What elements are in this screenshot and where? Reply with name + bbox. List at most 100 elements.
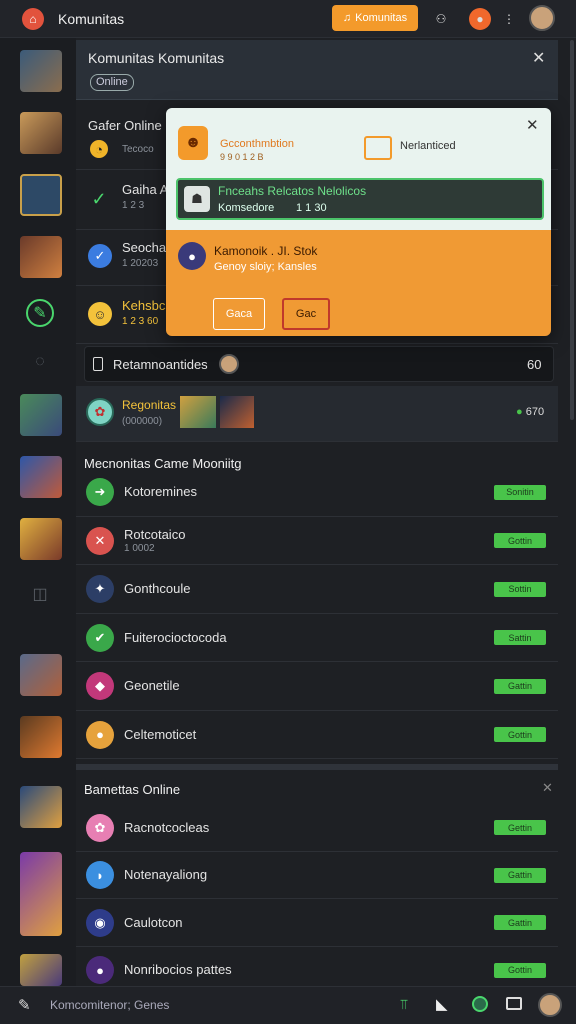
- camera-icon[interactable]: ◣: [436, 995, 448, 1013]
- status-badge[interactable]: Gettin: [494, 820, 546, 836]
- popup-orange-title: Kamonoik . JI. Stok: [214, 244, 318, 258]
- document-icon: [93, 357, 103, 371]
- status-icon[interactable]: [472, 996, 488, 1012]
- popup-right-label: Nerlanticed: [400, 140, 456, 152]
- list-item[interactable]: ➜ Kotoremines Sonitin: [76, 468, 558, 517]
- search-bar[interactable]: Retamnoantides 60: [84, 346, 554, 382]
- popup-green-sub: Komsedore: [218, 202, 275, 214]
- featured-thumb-2: [220, 396, 254, 428]
- list-item[interactable]: ● Celtemoticet Gottin: [76, 711, 558, 759]
- game-icon: ◗: [86, 861, 114, 890]
- row-label: Gafer Online: [88, 118, 162, 133]
- row-label: Fuiterocioctocoda: [124, 629, 227, 645]
- row-sub: 1 0002: [124, 542, 155, 554]
- komunitas-button-label: Komunitas: [355, 12, 408, 24]
- user-avatar[interactable]: [538, 993, 562, 1017]
- gamepad-icon[interactable]: ⚇: [430, 8, 452, 30]
- row-sub: 1 2 3: [122, 200, 145, 211]
- list-item[interactable]: ✿ Racnotcocleas Gettin: [76, 804, 558, 852]
- chart-icon[interactable]: ⫪: [400, 996, 408, 1013]
- featured-thumb-1: [180, 396, 216, 428]
- game-icon: ✿: [86, 398, 114, 426]
- popup-secondary-button[interactable]: Gaca: [213, 298, 265, 330]
- popup-primary-button[interactable]: Gac: [282, 298, 330, 330]
- game-thumb-4[interactable]: [20, 236, 62, 278]
- game-thumb-2[interactable]: [20, 112, 62, 154]
- close-icon[interactable]: ✕: [542, 780, 553, 796]
- status-badge[interactable]: Gattin: [494, 867, 546, 883]
- close-icon[interactable]: ✕: [532, 48, 545, 68]
- notification-icon[interactable]: ●: [469, 8, 491, 30]
- game-thumb-5[interactable]: [20, 394, 62, 436]
- status-badge[interactable]: Sonitin: [494, 484, 546, 500]
- game-thumb-12[interactable]: [20, 954, 62, 986]
- row-label: Seocha: [122, 240, 167, 255]
- pencil-icon[interactable]: ✎: [18, 996, 31, 1014]
- popup-close-icon[interactable]: ✕: [526, 116, 539, 134]
- popup-top: ☻ Gcconthmbtion 9 9 0 1 2 B Nerlanticed …: [166, 108, 551, 230]
- status-badge[interactable]: Gattin: [494, 915, 546, 931]
- top-bar: ⌂ Komunitas ♫ Komunitas ⚇ ● ⋮: [0, 0, 576, 38]
- game-thumb-7[interactable]: [20, 518, 62, 560]
- status-badge[interactable]: Gottin: [494, 533, 546, 549]
- game-thumb-8[interactable]: [20, 654, 62, 696]
- status-badge[interactable]: Gottin: [494, 727, 546, 743]
- status-badge[interactable]: Sottin: [494, 581, 546, 597]
- row-label: Kotoremines: [124, 484, 197, 500]
- game-icon: ◉: [86, 908, 114, 937]
- list-item[interactable]: ✕ Rotcotaico 1 0002 Gottin: [76, 517, 558, 565]
- help-icon[interactable]: ◌: [26, 348, 54, 376]
- scrollbar[interactable]: [570, 40, 574, 420]
- chat-bubble-icon[interactable]: ✎: [26, 299, 54, 327]
- avatar: [219, 354, 239, 374]
- status-badge[interactable]: Sattin: [494, 630, 546, 646]
- bell-icon: ♫: [342, 12, 352, 24]
- status-badge[interactable]: Gottin: [494, 962, 546, 978]
- game-thumb-10[interactable]: [20, 786, 62, 828]
- game-thumb-11[interactable]: [20, 852, 62, 936]
- app-logo-icon[interactable]: ⌂: [22, 7, 44, 30]
- game-thumb-6[interactable]: [20, 456, 62, 498]
- row-label: Nonribocios pattes: [124, 962, 232, 978]
- game-icon: ●: [86, 956, 114, 985]
- komunitas-button[interactable]: ♫ Komunitas: [332, 5, 418, 31]
- game-thumb-9[interactable]: [20, 716, 62, 758]
- game-icon: ✔: [86, 623, 114, 652]
- featured-row[interactable]: ✿ Regonitas (000000) ● 670: [76, 386, 558, 442]
- list-item[interactable]: ✦ Gonthcoule Sottin: [76, 565, 558, 614]
- panel-header: Komunitas Komunitas Online ✕: [76, 40, 558, 100]
- bottom-label: Komcomitenor; Genes: [50, 998, 170, 1012]
- status-badge[interactable]: Gattin: [494, 678, 546, 694]
- app-title: Komunitas: [58, 10, 125, 27]
- popup-badge-sub: 9 9 0 1 2 B: [220, 152, 264, 162]
- popup-highlight[interactable]: ☗ Fnceahs Relcatos Nelolicos Komsedore 1…: [176, 178, 544, 220]
- game-thumb-1[interactable]: [20, 50, 62, 92]
- layers-icon[interactable]: ◫: [26, 580, 54, 608]
- more-vertical-icon[interactable]: ⋮: [498, 8, 520, 30]
- game-icon: ●: [86, 720, 114, 749]
- mascot-icon: ☻: [178, 126, 208, 160]
- bottom-bar: ✎ Komcomitenor; Genes ⫪ ◣: [0, 986, 576, 1024]
- notification-popup: ☻ Gcconthmbtion 9 9 0 1 2 B Nerlanticed …: [166, 108, 551, 336]
- row-sub: Tecoco: [122, 144, 154, 155]
- list-item[interactable]: ◆ Geonetile Gattin: [76, 662, 558, 711]
- check-circle-icon: ✓: [88, 244, 112, 268]
- window-icon: [364, 136, 392, 160]
- row-label: Geonetile: [124, 678, 180, 694]
- popup-orange-sub: Genoy sloiy; Kansles: [214, 261, 317, 273]
- online-tag: Online: [90, 74, 134, 91]
- game-icon: ✕: [86, 526, 114, 555]
- list-item[interactable]: ✔ Fuiterocioctocoda Sattin: [76, 614, 558, 662]
- row-label: Gonthcoule: [124, 581, 191, 597]
- row-sub: 1 20203: [122, 258, 159, 269]
- row-sub: 1 2 3 60: [122, 316, 159, 327]
- section-divider: [76, 764, 558, 770]
- screen-icon[interactable]: [506, 997, 522, 1010]
- user-avatar[interactable]: [529, 5, 555, 31]
- featured-count-value: 670: [525, 406, 545, 418]
- row-label: Rotcotaico: [124, 526, 186, 542]
- list-item[interactable]: ◗ Notenayaliong Gattin: [76, 852, 558, 899]
- user-icon: ☗: [184, 186, 210, 212]
- game-thumb-3[interactable]: [20, 174, 62, 216]
- list-item[interactable]: ◉ Caulotcon Gattin: [76, 899, 558, 947]
